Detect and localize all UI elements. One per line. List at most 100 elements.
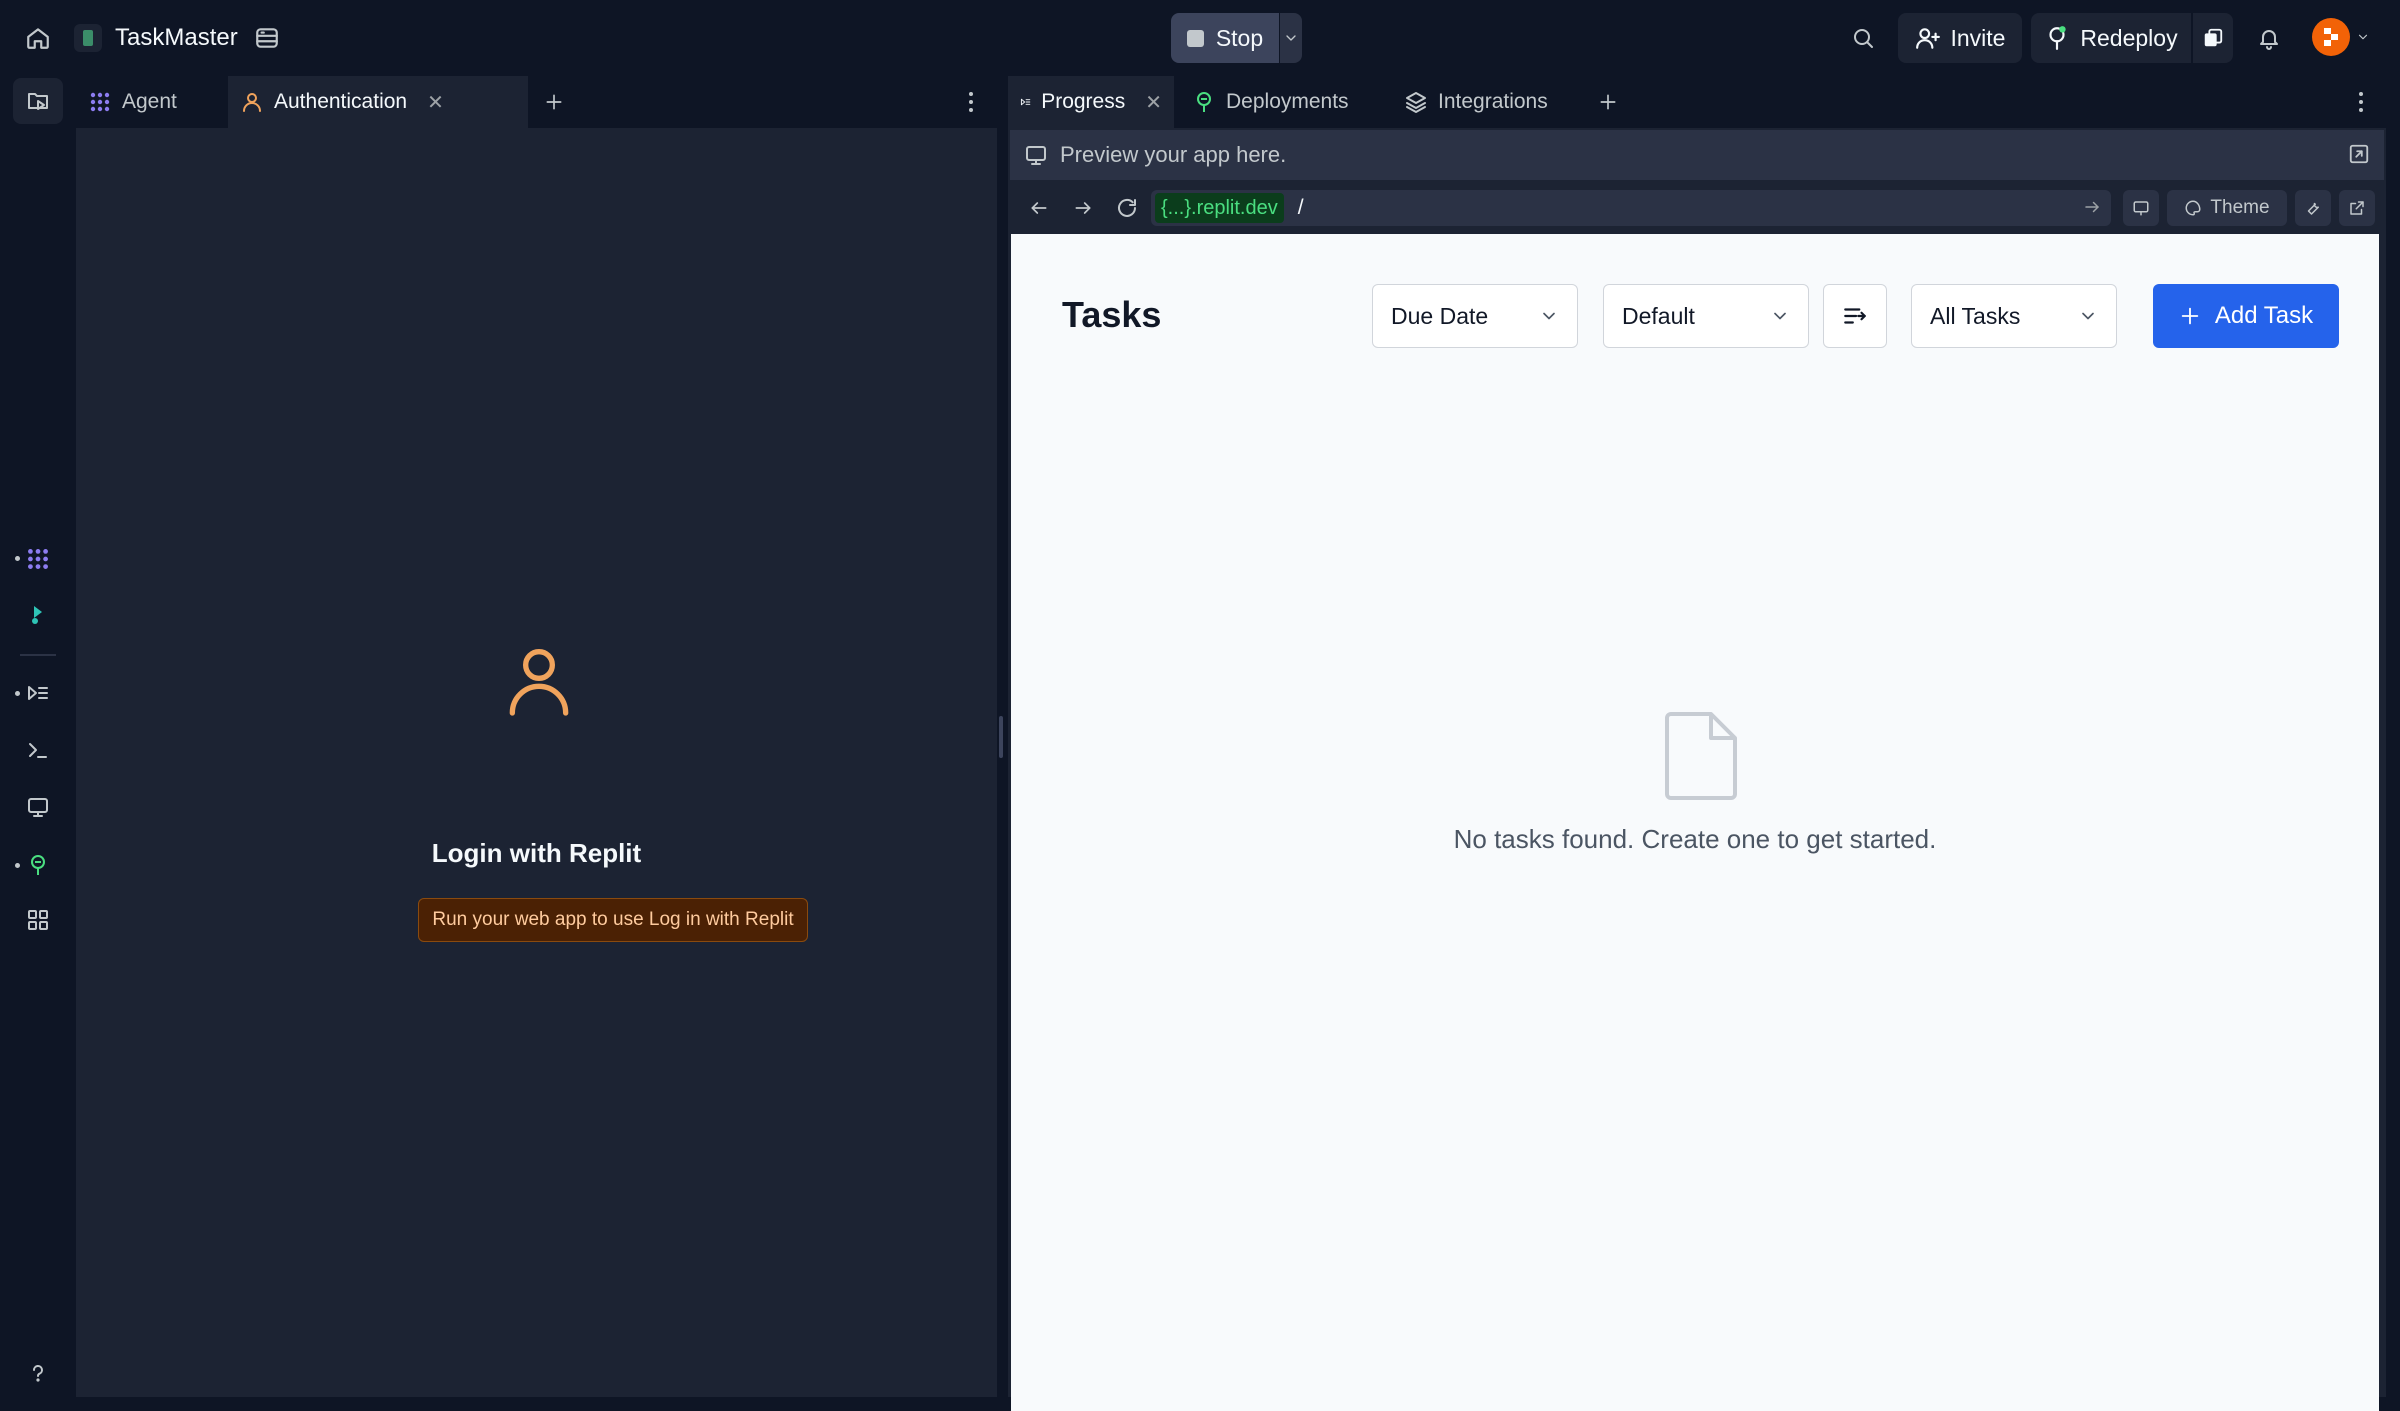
- redeploy-button[interactable]: Redeploy: [2031, 13, 2191, 63]
- rail-webview-button[interactable]: [13, 784, 63, 830]
- chevron-down-icon: [1543, 312, 1555, 320]
- left-pane: Agent Authentication ✕ Login with Replit…: [76, 76, 997, 1397]
- new-tab-button[interactable]: [538, 86, 570, 118]
- invite-button[interactable]: Invite: [1898, 13, 2022, 63]
- preview-hint-bar: Preview your app here.: [1010, 130, 2384, 180]
- device-button[interactable]: [2123, 190, 2159, 226]
- close-tab-icon[interactable]: ✕: [427, 90, 444, 115]
- refresh-icon: [1118, 198, 1136, 217]
- sort-direction-button[interactable]: [1823, 284, 1887, 348]
- search-icon: [1854, 29, 1873, 48]
- devtools-button[interactable]: [2295, 190, 2331, 226]
- close-tab-icon[interactable]: ✕: [1145, 90, 1162, 115]
- files-icon: [28, 93, 48, 110]
- theme-label: Theme: [2210, 197, 2270, 218]
- rail-divider: [20, 654, 56, 656]
- tab-label: Agent: [122, 90, 177, 113]
- home-icon: [27, 28, 49, 49]
- kebab-icon: [969, 92, 973, 112]
- pane-resize-handle[interactable]: [999, 716, 1003, 758]
- pane-menu-button[interactable]: [958, 86, 984, 118]
- run-options-button[interactable]: [1280, 13, 1302, 63]
- redeploy-label: Redeploy: [2080, 24, 2178, 51]
- project-logo-icon: [83, 30, 93, 46]
- bell-icon: [2260, 30, 2278, 50]
- database-button[interactable]: [250, 22, 284, 54]
- tab-label: Integrations: [1438, 90, 1548, 113]
- tab-authentication[interactable]: Authentication ✕: [228, 76, 528, 128]
- auth-warning-badge: Run your web app to use Log in with Repl…: [418, 898, 808, 942]
- task-filter-value: All Tasks: [1930, 302, 2021, 329]
- monitor-icon: [28, 798, 48, 817]
- url-bar: {...}.replit.dev / Theme: [1010, 182, 2384, 232]
- project-icon[interactable]: [74, 24, 102, 52]
- deploy-icon: [1197, 92, 1211, 112]
- tab-deployments[interactable]: Deployments: [1180, 76, 1380, 128]
- monitor-icon: [2133, 201, 2149, 216]
- stop-button[interactable]: Stop: [1171, 13, 1279, 63]
- open-new-tab-button[interactable]: [2339, 190, 2375, 226]
- avatar[interactable]: [2312, 18, 2350, 56]
- deploy-icon: [31, 855, 45, 875]
- forward-button[interactable]: [1066, 191, 1100, 225]
- tab-agent[interactable]: Agent: [76, 76, 226, 128]
- plus-icon: [2181, 307, 2199, 325]
- auth-title: Login with Replit: [431, 838, 642, 868]
- pane-menu-button[interactable]: [2348, 86, 2374, 118]
- empty-state-message: No tasks found. Create one to get starte…: [1453, 824, 1937, 854]
- task-filter-select[interactable]: All Tasks: [1911, 284, 2117, 348]
- agent-icon: [90, 92, 110, 112]
- app-preview: Tasks Due Date Default All Tasks Add Tas…: [1011, 234, 2379, 1411]
- sort-field-value: Due Date: [1391, 302, 1489, 329]
- sort-field-select[interactable]: Due Date: [1372, 284, 1578, 348]
- arrow-right-icon: [1075, 202, 1091, 214]
- deploy-icon: [2049, 26, 2067, 50]
- home-button[interactable]: [20, 22, 56, 54]
- account-menu-button[interactable]: [2352, 24, 2374, 50]
- reload-button[interactable]: [1110, 191, 1144, 225]
- deploy-status-button[interactable]: [2193, 13, 2233, 63]
- rail-files-button[interactable]: [13, 78, 63, 124]
- empty-file-icon: [1663, 710, 1739, 802]
- expand-icon: [2349, 144, 2369, 164]
- project-name[interactable]: TaskMaster: [115, 22, 238, 54]
- tab-label: Authentication: [274, 90, 408, 113]
- progress-icon: [1020, 98, 1031, 106]
- notifications-button[interactable]: [2250, 20, 2288, 56]
- new-tab-button[interactable]: [1592, 86, 1624, 118]
- rail-progress-button[interactable]: [13, 670, 63, 716]
- left-rail: [0, 74, 76, 1411]
- right-pane: Progress ✕ Deployments Integrations Prev…: [1008, 76, 2386, 1411]
- tab-progress[interactable]: Progress ✕: [1008, 76, 1174, 128]
- plus-icon: [1600, 94, 1616, 110]
- theme-button[interactable]: Theme: [2167, 190, 2287, 226]
- wrench-icon: [2307, 202, 2319, 215]
- expand-preview-button[interactable]: [2348, 143, 2370, 165]
- rail-agent-button[interactable]: [13, 536, 63, 582]
- rail-help-button[interactable]: [13, 1350, 63, 1396]
- back-button[interactable]: [1022, 191, 1056, 225]
- rail-assistant-button[interactable]: [13, 592, 63, 638]
- sort-order-select[interactable]: Default: [1603, 284, 1809, 348]
- tab-label: Progress: [1041, 90, 1126, 113]
- add-task-button[interactable]: Add Task: [2153, 284, 2339, 348]
- rail-shell-button[interactable]: [13, 727, 63, 773]
- external-link-icon: [2350, 201, 2364, 215]
- search-button[interactable]: [1844, 20, 1882, 56]
- layers-icon: [1406, 92, 1426, 113]
- help-icon: [33, 1365, 43, 1382]
- terminal-icon: [29, 743, 47, 758]
- add-user-icon: [1915, 28, 1940, 49]
- replit-logo-icon: [2324, 28, 2338, 46]
- sort-icon: [1844, 308, 1866, 324]
- rail-all-tools-button[interactable]: [13, 897, 63, 943]
- go-icon[interactable]: [2083, 196, 2101, 218]
- tab-integrations[interactable]: Integrations: [1392, 76, 1592, 128]
- rail-deployments-button[interactable]: [13, 842, 63, 888]
- sort-order-value: Default: [1622, 302, 1695, 329]
- chevron-down-icon: [1286, 35, 1296, 41]
- palette-icon: [2185, 200, 2201, 216]
- url-input[interactable]: {...}.replit.dev /: [1151, 190, 2111, 226]
- chevron-down-icon: [1774, 312, 1786, 320]
- plus-icon: [546, 94, 562, 110]
